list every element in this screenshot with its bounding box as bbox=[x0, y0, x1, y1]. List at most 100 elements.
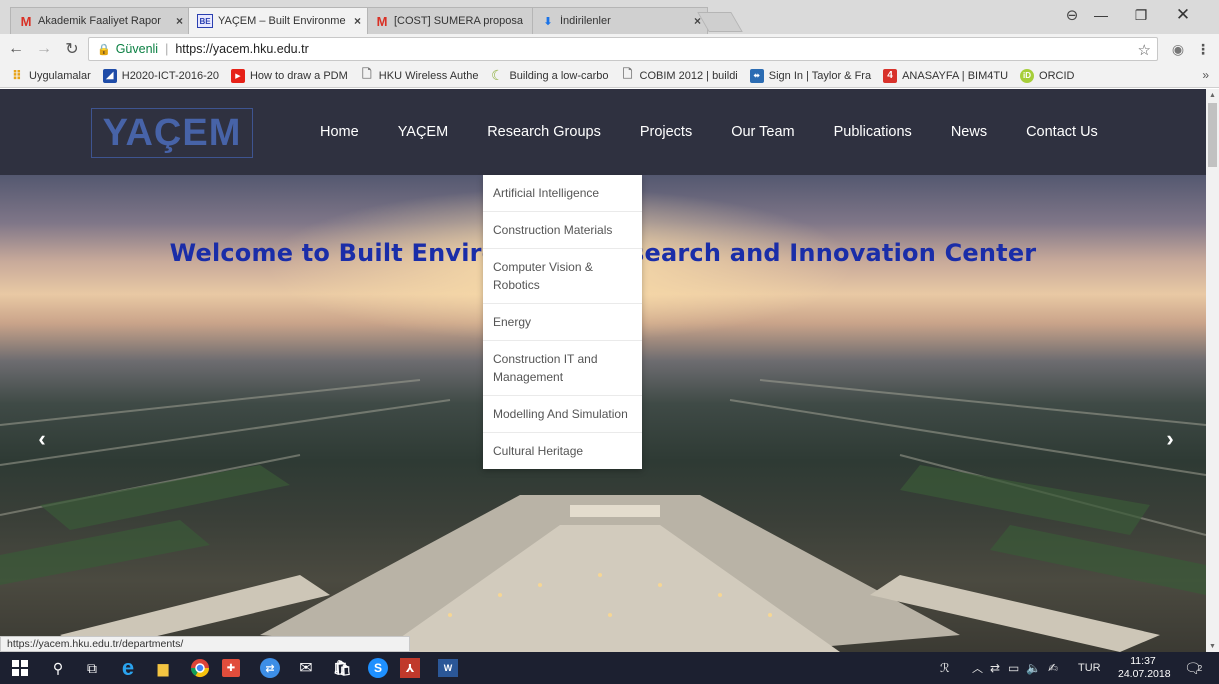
dropdown-item[interactable]: Modelling And Simulation bbox=[483, 396, 642, 433]
office-app-icon[interactable]: ✚ bbox=[222, 659, 240, 677]
gmail-icon: M bbox=[376, 13, 388, 29]
site-icon: BE bbox=[197, 14, 213, 28]
slider-next-arrow-icon[interactable]: › bbox=[1158, 426, 1182, 451]
skype-icon[interactable]: S bbox=[368, 658, 388, 678]
download-icon: ⬇ bbox=[543, 15, 553, 28]
terminal-building bbox=[60, 495, 1160, 652]
word-icon[interactable]: W bbox=[438, 659, 458, 677]
web-page: YAÇEM Home YAÇEM Research Groups Project… bbox=[0, 89, 1206, 652]
volume-icon[interactable]: 🔈 bbox=[1026, 652, 1041, 684]
back-button[interactable]: ← bbox=[4, 37, 28, 61]
page-scrollbar[interactable]: ▲ ▼ bbox=[1206, 89, 1219, 652]
windows-start-icon[interactable] bbox=[8, 656, 32, 680]
task-view-icon[interactable]: ⧉ bbox=[80, 656, 104, 680]
file-explorer-icon[interactable]: ▆ bbox=[151, 656, 175, 680]
network-icon[interactable]: ⇄ bbox=[990, 652, 1000, 684]
research-groups-dropdown: Artificial Intelligence Construction Mat… bbox=[483, 175, 642, 469]
bookmark-item[interactable]: iD ORCID bbox=[1020, 68, 1075, 83]
acrobat-icon[interactable]: ⅄ bbox=[400, 658, 420, 678]
bookmark-label: How to draw a PDM bbox=[249, 69, 348, 82]
notifications-icon[interactable]: 🗨 2 bbox=[1184, 652, 1202, 684]
pen-icon[interactable]: ✍ bbox=[1048, 652, 1058, 684]
page-icon: 🗋 bbox=[361, 67, 372, 81]
browser-tab-active[interactable]: BE YAÇEM – Built Environme × bbox=[188, 7, 368, 34]
scroll-down-icon[interactable]: ▼ bbox=[1206, 640, 1219, 652]
tab-title: [COST] SUMERA proposa bbox=[394, 15, 523, 27]
menu-kebab-icon[interactable]: ⋮ bbox=[1193, 39, 1213, 59]
bookmark-item[interactable]: ⠿ Uygulamalar bbox=[10, 67, 91, 83]
link-status-bar: https://yacem.hku.edu.tr/departments/ bbox=[0, 636, 410, 652]
clock-time: 11:37 bbox=[1130, 655, 1156, 667]
bookmark-item[interactable]: ⬌ Sign In | Taylor & Fra bbox=[749, 68, 871, 83]
profile-icon[interactable]: ⊖ bbox=[1063, 6, 1081, 24]
menu-item-projects[interactable]: Projects bbox=[640, 124, 692, 140]
secure-label: Güvenli bbox=[115, 42, 159, 56]
close-tab-icon[interactable]: × bbox=[176, 14, 183, 28]
menu-item-research-groups[interactable]: Research Groups bbox=[487, 124, 601, 140]
address-separator: | bbox=[165, 42, 169, 56]
tab-title: YAÇEM – Built Environme bbox=[218, 15, 346, 27]
battery-icon[interactable]: ▭ bbox=[1008, 652, 1019, 684]
forward-button[interactable]: → bbox=[32, 37, 56, 61]
bookmark-item[interactable]: ◢ H2020-ICT-2016-20 bbox=[102, 68, 219, 83]
close-tab-icon[interactable]: × bbox=[354, 14, 361, 28]
dropdown-item[interactable]: Cultural Heritage bbox=[483, 433, 642, 469]
bookmark-label: ANASAYFA | BIM4TU bbox=[902, 69, 1009, 82]
menu-item-our-team[interactable]: Our Team bbox=[731, 124, 794, 140]
page-icon: 🗋 bbox=[622, 67, 633, 81]
chrome-icon[interactable] bbox=[188, 656, 212, 680]
tab-title: Akademik Faaliyet Rapor bbox=[38, 15, 161, 27]
bookmark-item[interactable]: 4 ANASAYFA | BIM4TU bbox=[883, 68, 1009, 83]
minimize-button[interactable]: — bbox=[1081, 0, 1121, 30]
scroll-up-icon[interactable]: ▲ bbox=[1206, 89, 1219, 101]
bookmarks-bar: ⠿ Uygulamalar ◢ H2020-ICT-2016-20 ▶ How … bbox=[0, 64, 1219, 88]
edge-browser-icon[interactable]: e bbox=[116, 655, 140, 680]
bookmark-label: ORCID bbox=[1039, 69, 1075, 82]
bookmark-item[interactable]: 🗋 COBIM 2012 | buildi bbox=[621, 67, 738, 83]
search-icon[interactable]: ⚲ bbox=[46, 656, 70, 680]
bookmark-item[interactable]: ▶ How to draw a PDM bbox=[230, 68, 348, 83]
system-clock[interactable]: 11:37 24.07.2018 bbox=[1118, 655, 1171, 681]
address-bar[interactable]: 🔒 Güvenli | https://yacem.hku.edu.tr ☆ bbox=[88, 37, 1158, 61]
tab-title: İndirilenler bbox=[560, 15, 611, 27]
language-indicator[interactable]: TUR bbox=[1078, 652, 1101, 684]
bookmark-star-icon[interactable]: ☆ bbox=[1138, 41, 1151, 59]
mail-icon[interactable]: ✉ bbox=[294, 656, 318, 680]
browser-tab[interactable]: ⬇ İndirilenler × bbox=[532, 7, 708, 34]
slider-prev-arrow-icon[interactable]: ‹ bbox=[30, 426, 54, 451]
address-url: https://yacem.hku.edu.tr bbox=[175, 42, 309, 56]
dropdown-item[interactable]: Computer Vision & Robotics bbox=[483, 249, 642, 304]
store-icon[interactable]: 🛍 bbox=[330, 656, 354, 680]
messenger-icon[interactable]: ⇄ bbox=[260, 658, 280, 678]
apps-icon: ⠿ bbox=[11, 67, 23, 83]
site-logo[interactable]: YAÇEM bbox=[91, 108, 253, 158]
dropdown-item[interactable]: Energy bbox=[483, 304, 642, 341]
menu-item-yacem[interactable]: YAÇEM bbox=[398, 124, 449, 140]
menu-item-publications[interactable]: Publications bbox=[834, 124, 912, 140]
crescent-icon: ☾ bbox=[491, 67, 504, 83]
restore-button[interactable]: ❐ bbox=[1121, 0, 1161, 30]
browser-tab[interactable]: M [COST] SUMERA proposa × bbox=[366, 7, 546, 34]
tray-chevron-up-icon[interactable]: ︿ bbox=[972, 652, 983, 684]
scrollbar-thumb[interactable] bbox=[1208, 103, 1217, 167]
dropdown-item[interactable]: Construction IT and Management bbox=[483, 341, 642, 396]
bookmark-item[interactable]: 🗋 HKU Wireless Authe bbox=[360, 67, 478, 83]
reload-button[interactable]: ↻ bbox=[60, 37, 84, 61]
lock-icon: 🔒 bbox=[97, 43, 111, 56]
extension-icon[interactable]: ◉ bbox=[1168, 39, 1188, 59]
browser-tab[interactable]: M Akademik Faaliyet Rapor × bbox=[10, 7, 190, 34]
dropdown-item[interactable]: Artificial Intelligence bbox=[483, 175, 642, 212]
bookmark-item[interactable]: ☾ Building a low-carbo bbox=[490, 67, 608, 83]
orcid-icon: iD bbox=[1020, 68, 1035, 83]
bookmarks-overflow-icon[interactable]: » bbox=[1202, 68, 1209, 82]
menu-item-home[interactable]: Home bbox=[320, 124, 359, 140]
bookmark-label: COBIM 2012 | buildi bbox=[639, 69, 738, 82]
browser-toolbar: ← → ↻ 🔒 Güvenli | https://yacem.hku.edu.… bbox=[0, 34, 1219, 64]
people-icon[interactable]: ℛ bbox=[940, 652, 950, 684]
dropdown-item[interactable]: Construction Materials bbox=[483, 212, 642, 249]
close-window-button[interactable]: ✕ bbox=[1163, 0, 1203, 30]
bookmark-label: H2020-ICT-2016-20 bbox=[121, 69, 219, 82]
menu-item-news[interactable]: News bbox=[951, 124, 987, 140]
menu-item-contact-us[interactable]: Contact Us bbox=[1026, 124, 1098, 140]
browser-tab-strip: M Akademik Faaliyet Rapor × BE YAÇEM – B… bbox=[0, 0, 1219, 34]
